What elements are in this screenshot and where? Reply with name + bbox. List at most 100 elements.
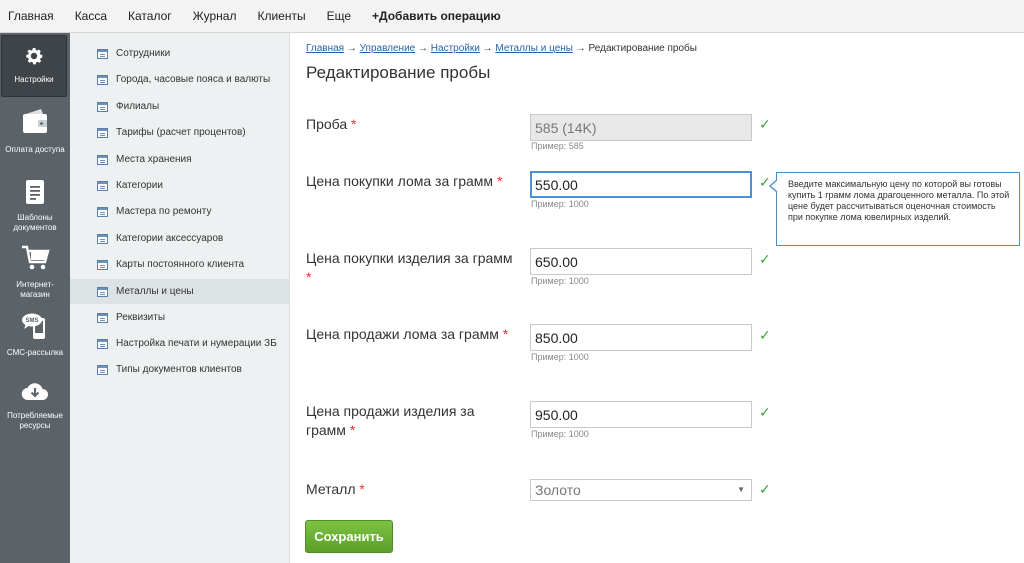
page-title: Редактирование пробы bbox=[306, 63, 491, 82]
gear-icon bbox=[23, 45, 45, 70]
breadcrumb: Главная → Управление → Настройки → Метал… bbox=[306, 43, 697, 54]
svg-text:SMS: SMS bbox=[25, 318, 38, 324]
metal-select[interactable]: Золото ▼ bbox=[530, 479, 752, 501]
submenu-item-print-settings[interactable]: Настройка печати и нумерации ЗБ bbox=[70, 331, 290, 356]
probe-valid-check-icon: ✓ bbox=[759, 116, 771, 132]
submenu-item-cities[interactable]: Города, часовые пояса и валюты bbox=[70, 67, 290, 92]
required-mark: * bbox=[359, 481, 365, 497]
sidebar-label-settings: Настройки bbox=[14, 75, 54, 84]
submenu-item-label: Места хранения bbox=[116, 154, 192, 165]
dropdown-arrow-icon: ▼ bbox=[737, 485, 745, 494]
submenu-item-label: Категории bbox=[116, 180, 163, 191]
cart-icon bbox=[20, 244, 50, 275]
cloud-download-icon bbox=[21, 381, 49, 406]
submenu-item-repair-masters[interactable]: Мастера по ремонту bbox=[70, 199, 290, 224]
scrap-buy-hint: Пример: 1000 bbox=[531, 199, 589, 209]
sidebar-item-payment[interactable]: Оплата доступа bbox=[0, 107, 70, 155]
nav-cashbox[interactable]: Касса bbox=[75, 9, 107, 23]
submenu-item-label: Сотрудники bbox=[116, 48, 171, 59]
sms-phone-icon: SMS bbox=[21, 312, 49, 343]
scrap-buy-price-input[interactable] bbox=[530, 171, 752, 198]
list-icon bbox=[97, 154, 108, 165]
settings-submenu: Сотрудники Города, часовые пояса и валют… bbox=[70, 33, 290, 563]
scrap-buy-label: Цена покупки лома за грамм * bbox=[306, 172, 516, 191]
required-mark: * bbox=[351, 116, 357, 132]
sidebar-label-resources: Потребляемые ресурсы bbox=[7, 411, 63, 430]
sidebar-label-doc-templates: Шаблоны документов bbox=[13, 213, 57, 232]
probe-input bbox=[530, 114, 752, 141]
nav-more[interactable]: Еще bbox=[327, 9, 351, 23]
submenu-item-label: Мастера по ремонту bbox=[116, 206, 212, 217]
item-buy-price-input[interactable] bbox=[530, 248, 752, 275]
item-sell-price-input[interactable] bbox=[530, 401, 752, 428]
submenu-item-employees[interactable]: Сотрудники bbox=[70, 41, 290, 66]
item-sell-label: Цена продажи изделия за грамм * bbox=[306, 402, 516, 440]
nav-clients[interactable]: Клиенты bbox=[257, 9, 305, 23]
scrap-sell-label-text: Цена продажи лома за грамм bbox=[306, 326, 499, 342]
list-icon bbox=[97, 127, 108, 138]
item-buy-valid-check-icon: ✓ bbox=[759, 251, 771, 267]
breadcrumb-settings[interactable]: Настройки bbox=[431, 43, 480, 54]
submenu-item-label: Настройка печати и нумерации ЗБ bbox=[116, 338, 277, 349]
item-buy-hint: Пример: 1000 bbox=[531, 276, 589, 286]
required-mark: * bbox=[502, 326, 509, 342]
submenu-item-label: Филиалы bbox=[116, 101, 160, 112]
item-sell-hint: Пример: 1000 bbox=[531, 429, 589, 439]
submenu-item-branches[interactable]: Филиалы bbox=[70, 94, 290, 119]
scrap-sell-hint: Пример: 1000 bbox=[531, 352, 589, 362]
submenu-item-requisites[interactable]: Реквизиты bbox=[70, 305, 290, 330]
metal-label: Металл * bbox=[306, 480, 516, 499]
submenu-item-loyalty-cards[interactable]: Карты постоянного клиента bbox=[70, 252, 290, 277]
sidebar-item-sms[interactable]: SMS СМС-рассылка bbox=[0, 312, 70, 358]
submenu-item-label: Реквизиты bbox=[116, 312, 166, 323]
sidebar-label-online-shop: Интернет-магазин bbox=[16, 280, 54, 299]
submenu-item-storage[interactable]: Места хранения bbox=[70, 147, 290, 172]
list-icon bbox=[97, 233, 108, 244]
list-icon bbox=[97, 338, 108, 349]
list-icon bbox=[97, 286, 108, 297]
breadcrumb-metals-prices[interactable]: Металлы и цены bbox=[495, 43, 573, 54]
sidebar-item-doc-templates[interactable]: Шаблоны документов bbox=[0, 179, 70, 233]
submenu-item-tariffs[interactable]: Тарифы (расчет процентов) bbox=[70, 120, 290, 145]
required-mark: * bbox=[306, 269, 312, 285]
breadcrumb-home[interactable]: Главная bbox=[306, 43, 344, 54]
metal-valid-check-icon: ✓ bbox=[759, 481, 771, 497]
submenu-item-accessory-categories[interactable]: Категории аксессуаров bbox=[70, 226, 290, 251]
nav-journal[interactable]: Журнал bbox=[193, 9, 237, 23]
submenu-item-label: Города, часовые пояса и валюты bbox=[116, 74, 271, 85]
sidebar-label-payment: Оплата доступа bbox=[5, 145, 65, 154]
scrap-sell-valid-check-icon: ✓ bbox=[759, 327, 771, 343]
breadcrumb-management[interactable]: Управление bbox=[360, 43, 416, 54]
breadcrumb-separator: → bbox=[346, 43, 357, 54]
scrap-sell-price-input[interactable] bbox=[530, 324, 752, 351]
sidebar-item-settings[interactable]: Настройки bbox=[1, 35, 67, 97]
probe-label: Проба * bbox=[306, 115, 516, 134]
list-icon bbox=[97, 48, 108, 59]
submenu-item-client-doc-types[interactable]: Типы документов клиентов bbox=[70, 357, 290, 382]
metal-select-value: Золото bbox=[535, 482, 581, 498]
list-icon bbox=[97, 180, 108, 191]
wallet-icon bbox=[20, 107, 50, 140]
required-mark: * bbox=[349, 422, 356, 438]
item-sell-valid-check-icon: ✓ bbox=[759, 404, 771, 420]
nav-home[interactable]: Главная bbox=[8, 9, 54, 23]
scrap-buy-tooltip: Введите максимальную цену по которой вы … bbox=[769, 172, 1020, 246]
icon-sidebar: Настройки Оплата доступа Шаблоны докумен… bbox=[0, 33, 70, 563]
sidebar-label-sms: СМС-рассылка bbox=[6, 348, 64, 357]
submenu-item-label: Тарифы (расчет процентов) bbox=[116, 127, 246, 138]
submenu-item-metals-prices[interactable]: Металлы и цены bbox=[70, 279, 290, 304]
scrap-sell-label: Цена продажи лома за грамм * bbox=[306, 325, 516, 344]
submenu-item-categories[interactable]: Категории bbox=[70, 173, 290, 198]
breadcrumb-separator: → bbox=[418, 43, 428, 54]
breadcrumb-current: Редактирование пробы bbox=[588, 43, 697, 54]
nav-catalog[interactable]: Каталог bbox=[128, 9, 172, 23]
save-button[interactable]: Сохранить bbox=[305, 520, 393, 553]
sidebar-item-resources[interactable]: Потребляемые ресурсы bbox=[0, 381, 70, 431]
list-icon bbox=[97, 259, 108, 270]
submenu-item-label: Категории аксессуаров bbox=[116, 233, 224, 244]
breadcrumb-separator: → bbox=[482, 43, 493, 54]
sidebar-item-online-shop[interactable]: Интернет-магазин bbox=[0, 244, 70, 300]
scrap-buy-label-text: Цена покупки лома за грамм bbox=[306, 173, 494, 189]
submenu-item-label: Карты постоянного клиента bbox=[116, 259, 245, 270]
add-operation-button[interactable]: +Добавить операцию bbox=[372, 9, 501, 23]
